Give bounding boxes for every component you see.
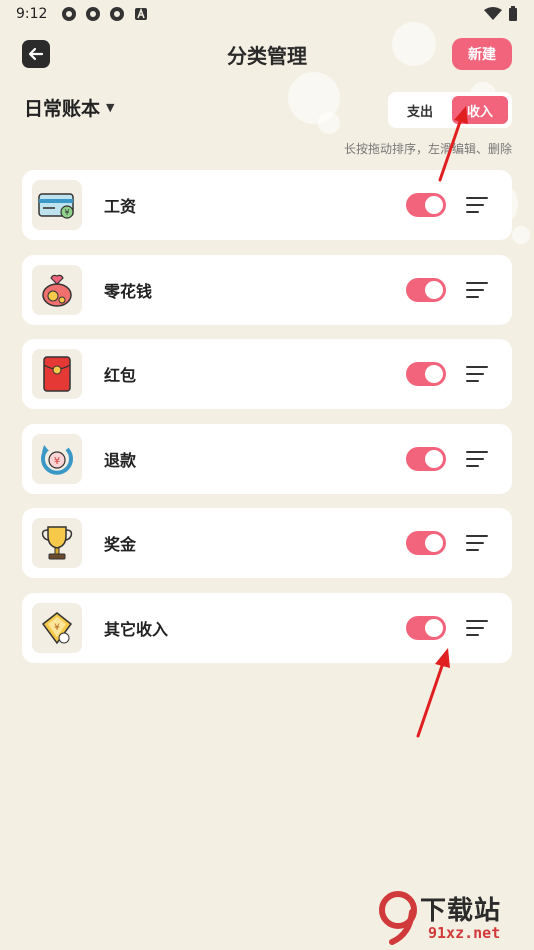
watermark-title: 下载站 xyxy=(420,896,502,926)
category-name: 红包 xyxy=(104,366,137,386)
money-bag-icon xyxy=(32,264,82,315)
caret-down-icon: ▼ xyxy=(106,101,115,114)
app-notification-icon xyxy=(86,7,101,21)
decor-bubble xyxy=(512,226,530,244)
other-income-icon: ¥ xyxy=(32,602,82,653)
category-toggle[interactable] xyxy=(406,531,446,556)
category-toggle[interactable] xyxy=(406,446,446,471)
account-book-selector[interactable]: 日常账本 ▼ xyxy=(24,94,114,121)
category-name: 其它收入 xyxy=(104,619,169,639)
category-toggle[interactable] xyxy=(406,193,446,217)
hint-text: 长按拖动排序，左滑编辑、删除 xyxy=(343,142,512,156)
watermark-domain: 91xz.net xyxy=(428,924,501,942)
decor-bubble xyxy=(318,112,340,134)
drag-handle-icon[interactable] xyxy=(466,197,488,213)
drag-handle-icon[interactable] xyxy=(466,366,488,383)
category-toggle[interactable] xyxy=(406,362,446,387)
svg-text:¥: ¥ xyxy=(54,623,60,633)
category-toggle[interactable] xyxy=(406,615,446,640)
drag-handle-icon[interactable] xyxy=(466,281,488,298)
category-row[interactable]: 零花钱 xyxy=(22,254,512,325)
drag-handle-icon[interactable] xyxy=(466,535,488,552)
status-time: 9:12 xyxy=(16,6,48,22)
category-name: 工资 xyxy=(104,197,137,216)
category-name: 退款 xyxy=(104,450,137,470)
red-envelope-icon xyxy=(32,349,82,400)
app-notification-icon xyxy=(62,7,77,21)
trophy-icon xyxy=(32,518,82,569)
battery-icon xyxy=(509,6,517,21)
category-row[interactable]: ¥ 退款 xyxy=(22,423,512,494)
watermark: 下载站 91xz.net xyxy=(378,890,528,946)
refund-icon: ¥ xyxy=(32,433,82,484)
drag-handle-icon[interactable] xyxy=(466,450,488,467)
card-money-icon: ¥ xyxy=(32,180,82,230)
app-notification-icon xyxy=(110,7,125,21)
font-a-icon xyxy=(135,7,148,20)
svg-text:¥: ¥ xyxy=(64,208,69,217)
category-row[interactable]: 红包 xyxy=(22,339,512,410)
category-toggle[interactable] xyxy=(406,277,446,302)
category-row[interactable]: 奖金 xyxy=(22,508,512,579)
annotation-arrow xyxy=(438,106,468,182)
svg-text:¥: ¥ xyxy=(54,456,60,467)
category-name: 零花钱 xyxy=(104,281,153,301)
new-category-button[interactable]: 新建 xyxy=(452,38,512,70)
watermark-logo-icon xyxy=(379,891,417,945)
category-list: ¥ 工资 零花钱 红包 ¥ 退款 奖金 ¥ 其它收入 xyxy=(22,170,512,678)
status-bar: 9:12 xyxy=(0,0,534,28)
header: 分类管理 新建 xyxy=(0,36,534,72)
account-book-label: 日常账本 xyxy=(24,98,101,120)
annotation-arrow xyxy=(416,648,450,738)
category-name: 奖金 xyxy=(104,535,137,555)
drag-handle-icon[interactable] xyxy=(466,619,488,636)
wifi-icon xyxy=(484,7,502,20)
